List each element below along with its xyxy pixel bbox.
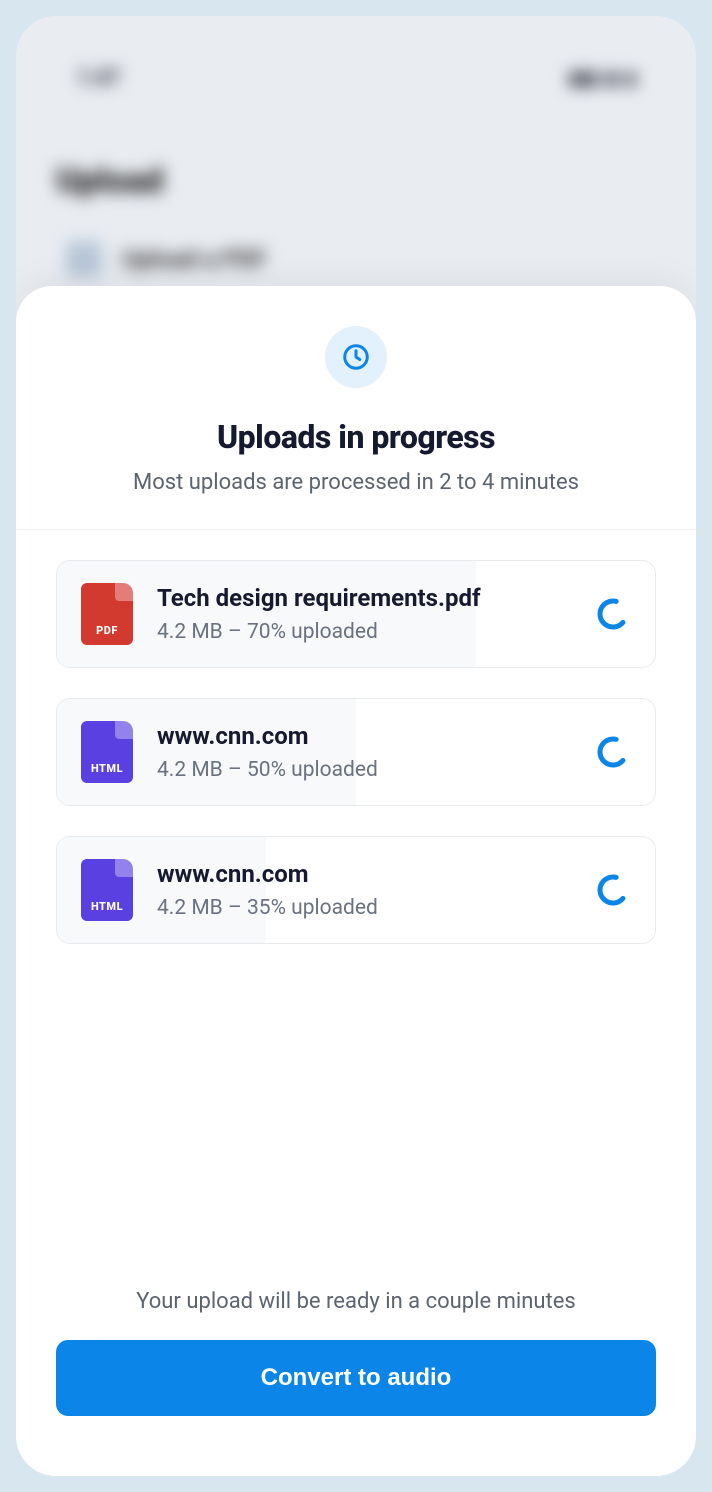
loading-spinner-icon xyxy=(595,872,631,908)
file-name: www.cnn.com xyxy=(157,722,571,750)
screen: 1:47 ▮▮▮ ◉ ▮ Upload Upload a PDF xyxy=(16,16,696,1476)
file-text: Tech design requirements.pdf 4.2 MB – 70… xyxy=(157,584,571,644)
footer-note: Your upload will be ready in a couple mi… xyxy=(56,1289,656,1314)
file-ext-label: HTML xyxy=(91,900,123,913)
battery-icon: ▮ xyxy=(626,68,636,89)
file-meta: 4.2 MB – 70% uploaded xyxy=(157,620,571,644)
loading-spinner-icon xyxy=(595,596,631,632)
clock-badge xyxy=(325,326,387,388)
upload-row[interactable]: HTML www.cnn.com 4.2 MB – 50% uploaded xyxy=(56,698,656,806)
upload-row[interactable]: HTML www.cnn.com 4.2 MB – 35% uploaded xyxy=(56,836,656,944)
signal-icon: ▮▮▮ xyxy=(569,68,599,89)
page-title-blurred: Upload xyxy=(56,161,666,201)
file-meta: 4.2 MB – 50% uploaded xyxy=(157,758,571,782)
sheet-header: Uploads in progress Most uploads are pro… xyxy=(16,286,696,530)
file-meta: 4.2 MB – 35% uploaded xyxy=(157,896,571,920)
file-html-icon: HTML xyxy=(81,859,133,921)
bg-upload-item: Upload a PDF xyxy=(66,241,666,277)
file-name: www.cnn.com xyxy=(157,860,571,888)
status-indicators: ▮▮▮ ◉ ▮ xyxy=(569,68,636,89)
loading-spinner-icon xyxy=(595,734,631,770)
sheet-subtitle: Most uploads are processed in 2 to 4 min… xyxy=(46,470,666,495)
bg-thumb-icon xyxy=(66,241,102,277)
convert-to-audio-button[interactable]: Convert to audio xyxy=(56,1340,656,1416)
wifi-icon: ◉ xyxy=(604,68,620,89)
bottom-sheet: Uploads in progress Most uploads are pro… xyxy=(16,286,696,1476)
sheet-footer: Your upload will be ready in a couple mi… xyxy=(16,1289,696,1476)
file-ext-label: HTML xyxy=(91,762,123,775)
file-html-icon: HTML xyxy=(81,721,133,783)
sheet-title: Uploads in progress xyxy=(46,418,666,456)
file-ext-label: PDF xyxy=(96,624,118,637)
bg-item-label: Upload a PDF xyxy=(122,245,267,273)
file-text: www.cnn.com 4.2 MB – 35% uploaded xyxy=(157,860,571,920)
file-name: Tech design requirements.pdf xyxy=(157,584,571,612)
file-pdf-icon: PDF xyxy=(81,583,133,645)
file-text: www.cnn.com 4.2 MB – 50% uploaded xyxy=(157,722,571,782)
uploads-list: PDF Tech design requirements.pdf 4.2 MB … xyxy=(16,530,696,1289)
upload-row[interactable]: PDF Tech design requirements.pdf 4.2 MB … xyxy=(56,560,656,668)
device-frame: 1:47 ▮▮▮ ◉ ▮ Upload Upload a PDF xyxy=(0,0,712,1492)
status-bar: 1:47 ▮▮▮ ◉ ▮ xyxy=(46,56,666,121)
clock-icon xyxy=(341,342,371,372)
status-time: 1:47 xyxy=(76,66,120,91)
